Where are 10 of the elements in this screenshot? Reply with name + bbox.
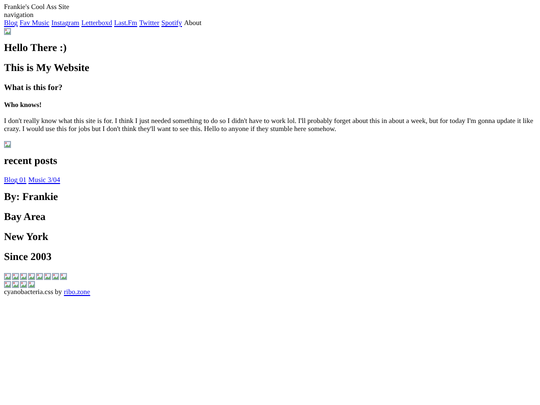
fact-heading: Since 2003 — [4, 252, 53, 264]
fact-heading: By: Frankie — [4, 192, 59, 204]
heading: This is My Website — [4, 63, 90, 75]
broken-image-icon — [4, 140, 11, 148]
fact-heading: Bay Area — [4, 212, 47, 224]
heading: Hello There :) — [4, 43, 68, 55]
question-heading: What is this for? — [4, 83, 64, 93]
broken-image-icon — [4, 28, 11, 34]
fact-heading: New York — [4, 232, 50, 244]
section-heading: recent posts — [4, 156, 58, 168]
